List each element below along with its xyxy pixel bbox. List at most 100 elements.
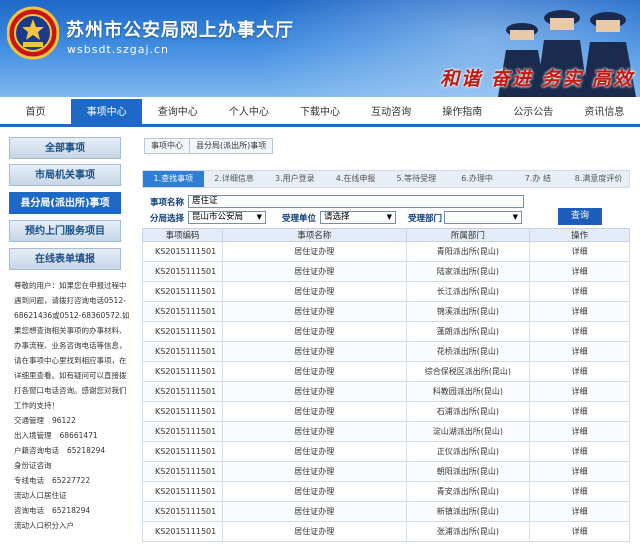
progress-steps: 1.查找事项 2.详细信息 3.用户登录 4.在线申报 5.等待受理 6.办理中… bbox=[142, 170, 630, 188]
search-form: 事项名称 居住证 分局选择 昆山市公安局 ▼ 受理单位 请选择 ▼ 受理部门 ▼ 查… bbox=[150, 194, 630, 226]
branch-label: 分局选择 bbox=[150, 213, 185, 224]
contact-item: 咨询电话 65218294 bbox=[14, 503, 130, 518]
detail-link[interactable]: 详细 bbox=[529, 401, 630, 422]
detail-link[interactable]: 详细 bbox=[529, 361, 630, 382]
cell-dept: 正仪派出所(昆山) bbox=[405, 441, 531, 462]
detail-link[interactable]: 详细 bbox=[529, 521, 630, 542]
contact-list: 交通管理 96122 出入境管理 68661471 户籍咨询电话 65218294 身份证咨… bbox=[14, 413, 130, 533]
branch-select-value: 昆山市公安局 bbox=[192, 212, 244, 222]
sidebar: 全部事项 市局机关事项 县分局(派出所)事项 预约上门服务项目 在线表单填报 尊… bbox=[0, 130, 130, 555]
contact-label: 流动人口居住证 bbox=[14, 491, 67, 500]
detail-link[interactable]: 详细 bbox=[529, 481, 630, 502]
nav-item-center[interactable]: 事项中心 bbox=[71, 99, 143, 124]
notice-text: 尊敬的用户：如果您在申报过程中遇到问题，请拨打咨询电话0512-68621436… bbox=[14, 281, 130, 410]
cell-dept: 青阳派出所(昆山) bbox=[405, 241, 531, 262]
contact-phone: 65218294 bbox=[67, 446, 106, 455]
cell-name: 居住证办理 bbox=[221, 461, 407, 482]
cell-code: KS2015111501 bbox=[142, 321, 223, 342]
step-7: 7.办 结 bbox=[524, 174, 551, 183]
table-row: KS2015111501 居住证办理 朝阳派出所(昆山) 详细 bbox=[142, 461, 630, 482]
cell-dept: 石浦派出所(昆山) bbox=[405, 401, 531, 422]
table-row: KS2015111501 居住证办理 花桥派出所(昆山) 详细 bbox=[142, 341, 630, 362]
cell-dept: 新镇派出所(昆山) bbox=[405, 501, 531, 522]
nav-query-center[interactable]: 查询中心 bbox=[142, 99, 213, 124]
contact-label: 流动人口积分入户 bbox=[14, 521, 74, 530]
cell-code: KS2015111501 bbox=[142, 521, 223, 542]
nav-personal-center[interactable]: 个人中心 bbox=[213, 99, 284, 124]
cell-name: 居住证办理 bbox=[221, 361, 407, 382]
contact-label: 出入境管理 bbox=[14, 431, 52, 440]
cell-dept: 淀山湖派出所(昆山) bbox=[405, 421, 531, 442]
cell-dept: 综合保税区派出所(昆山) bbox=[405, 361, 531, 382]
cell-name: 居住证办理 bbox=[221, 281, 407, 302]
table-row: KS2015111501 居住证办理 陆家派出所(昆山) 详细 bbox=[142, 261, 630, 282]
sidebar-item-city[interactable]: 市局机关事项 bbox=[9, 164, 121, 186]
sidebar-item-county[interactable]: 县分局(派出所)事项 bbox=[9, 192, 121, 214]
detail-link[interactable]: 详细 bbox=[529, 381, 630, 402]
nav-download-center[interactable]: 下载中心 bbox=[284, 99, 355, 124]
unit-label: 受理单位 bbox=[282, 213, 317, 224]
contact-item: 出入境管理 68661471 bbox=[14, 428, 130, 443]
detail-link[interactable]: 详细 bbox=[529, 321, 630, 342]
step-4: 4.在线申报 bbox=[335, 174, 376, 183]
cell-name: 居住证办理 bbox=[221, 521, 407, 542]
detail-link[interactable]: 详细 bbox=[529, 261, 630, 282]
branch-select[interactable]: 昆山市公安局 ▼ bbox=[188, 211, 267, 224]
detail-link[interactable]: 详细 bbox=[529, 441, 630, 462]
nav-notice[interactable]: 公示公告 bbox=[498, 99, 569, 124]
cell-name: 居住证办理 bbox=[221, 441, 407, 462]
nav-home[interactable]: 首页 bbox=[0, 99, 71, 124]
police-emblem-icon bbox=[7, 6, 59, 60]
dept-select[interactable]: ▼ bbox=[444, 211, 523, 224]
cell-code: KS2015111501 bbox=[142, 441, 223, 462]
breadcrumb-item-county[interactable]: 县分局(派出所)事项 bbox=[189, 138, 274, 154]
cell-code: KS2015111501 bbox=[142, 361, 223, 382]
nav-guide[interactable]: 操作指南 bbox=[427, 99, 498, 124]
nav-news[interactable]: 资讯信息 bbox=[569, 99, 640, 124]
table-row: KS2015111501 居住证办理 新镇派出所(昆山) 详细 bbox=[142, 501, 630, 522]
col-dept: 所属部门 bbox=[405, 228, 531, 242]
sidebar-item-appointment[interactable]: 预约上门服务项目 bbox=[9, 220, 121, 242]
item-name-input[interactable]: 居住证 bbox=[188, 195, 525, 208]
cell-code: KS2015111501 bbox=[142, 401, 223, 422]
main-nav: 首页 事项中心 查询中心 个人中心 下载中心 互动咨询 操作指南 公示公告 资讯… bbox=[0, 97, 640, 127]
nav-consult[interactable]: 互动咨询 bbox=[356, 99, 427, 124]
contact-label: 身份证咨询 bbox=[14, 461, 52, 470]
cell-name: 居住证办理 bbox=[221, 501, 407, 522]
col-code: 事项编码 bbox=[142, 228, 223, 242]
contact-phone: 96122 bbox=[52, 416, 76, 425]
detail-link[interactable]: 详细 bbox=[529, 281, 630, 302]
sidebar-item-online-form[interactable]: 在线表单填报 bbox=[9, 248, 121, 270]
sidebar-item-all[interactable]: 全部事项 bbox=[9, 137, 121, 159]
results-table: 事项编码 事项名称 所属部门 操作 KS2015111501 居住证办理 青阳派出所… bbox=[142, 228, 630, 542]
cell-code: KS2015111501 bbox=[142, 421, 223, 442]
detail-link[interactable]: 详细 bbox=[529, 501, 630, 522]
breadcrumb-item-center[interactable]: 事项中心 bbox=[144, 138, 190, 154]
item-name-label: 事项名称 bbox=[150, 197, 185, 208]
detail-link[interactable]: 详细 bbox=[529, 421, 630, 442]
contact-item: 流动人口积分入户 bbox=[14, 518, 130, 533]
site-header: 苏州市公安局网上办事大厅 wsbsdt.szgaj.cn 和谐 奋进 务实 高效 bbox=[0, 0, 640, 97]
sidebar-notice: 尊敬的用户：如果您在申报过程中遇到问题，请拨打咨询电话0512-68621436… bbox=[14, 278, 130, 533]
detail-link[interactable]: 详细 bbox=[529, 461, 630, 482]
table-row: KS2015111501 居住证办理 石浦派出所(昆山) 详细 bbox=[142, 401, 630, 422]
cell-name: 居住证办理 bbox=[221, 301, 407, 322]
main-content: 事项中心 县分局(派出所)事项 1.查找事项 2.详细信息 3.用户登录 4.在… bbox=[140, 130, 640, 555]
cell-code: KS2015111501 bbox=[142, 381, 223, 402]
cell-dept: 蓬朗派出所(昆山) bbox=[405, 321, 531, 342]
detail-link[interactable]: 详细 bbox=[529, 301, 630, 322]
cell-dept: 锦溪派出所(昆山) bbox=[405, 301, 531, 322]
step-2: 2.详细信息 bbox=[214, 174, 254, 183]
detail-link[interactable]: 详细 bbox=[529, 341, 630, 362]
contact-label: 户籍咨询电话 bbox=[14, 446, 59, 455]
step-5: 5.等待受理 bbox=[396, 174, 437, 183]
query-button[interactable]: 查询 bbox=[558, 208, 602, 225]
detail-link[interactable]: 详细 bbox=[529, 241, 630, 262]
table-row: KS2015111501 居住证办理 青安派出所(昆山) 详细 bbox=[142, 481, 630, 502]
table-row: KS2015111501 居住证办理 正仪派出所(昆山) 详细 bbox=[142, 441, 630, 462]
unit-select[interactable]: 请选择 ▼ bbox=[320, 211, 397, 224]
cell-name: 居住证办理 bbox=[221, 401, 407, 422]
cell-dept: 张浦派出所(昆山) bbox=[405, 521, 531, 542]
table-row: KS2015111501 居住证办理 科教园派出所(昆山) 详细 bbox=[142, 381, 630, 402]
cell-dept: 科教园派出所(昆山) bbox=[405, 381, 531, 402]
